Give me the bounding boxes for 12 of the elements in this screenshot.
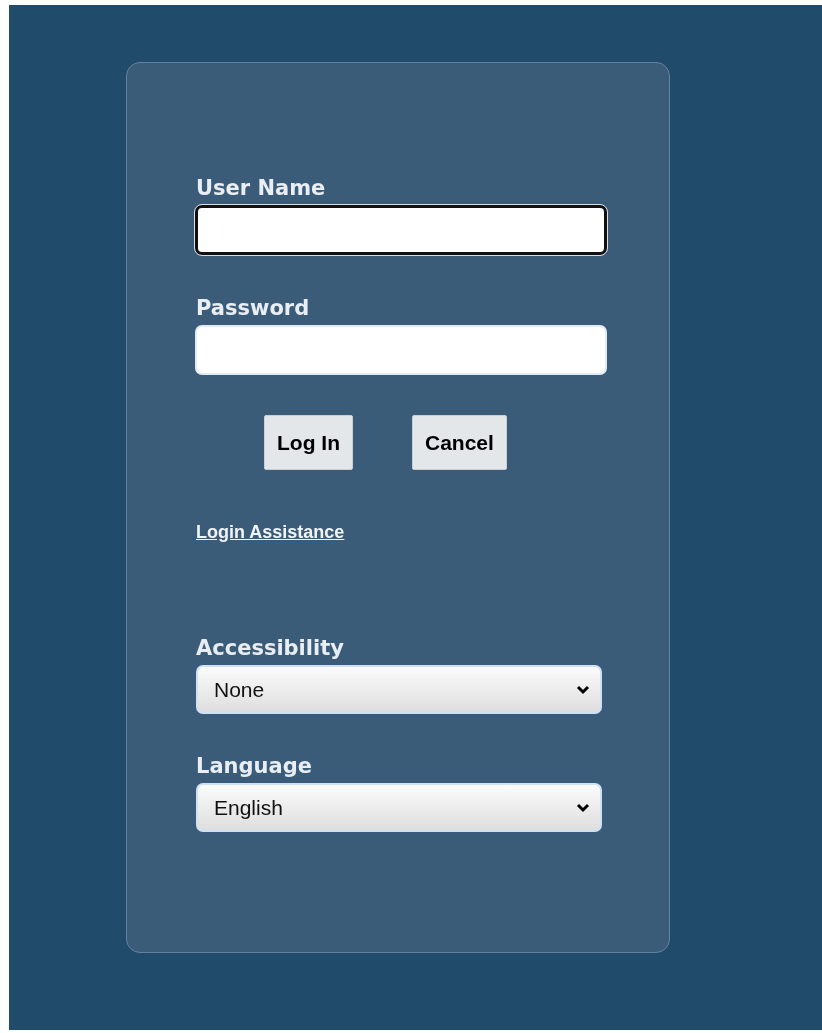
field-label: User Name [196,175,326,201]
field-label: Password [196,295,310,321]
chevron-icon [576,802,590,813]
select-label: Accessibility [196,635,344,661]
action-button[interactable]: Cancel [412,415,507,470]
dropdown[interactable]: English [196,783,602,832]
input-field[interactable] [195,205,607,255]
chevron-icon [576,684,590,695]
select-label: Language [196,753,312,779]
action-button[interactable]: Log In [264,415,353,470]
help-link[interactable]: Login Assistance [196,522,345,543]
dropdown[interactable]: None [196,665,602,714]
